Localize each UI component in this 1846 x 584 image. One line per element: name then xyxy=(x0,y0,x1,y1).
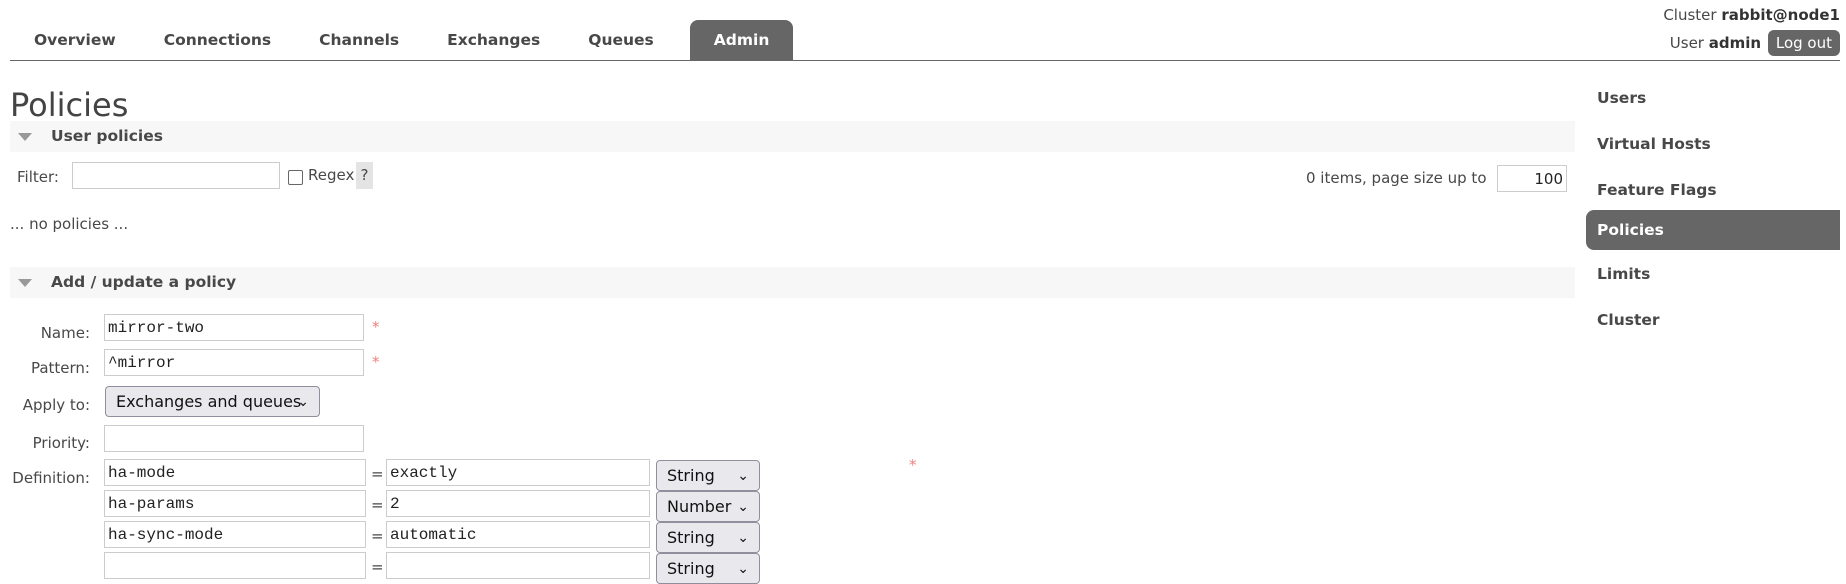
definition-value-input[interactable] xyxy=(386,490,650,517)
definition-type-select[interactable]: Number ⌄ xyxy=(656,491,760,522)
tab-admin[interactable]: Admin xyxy=(689,20,794,60)
definition-value-input[interactable] xyxy=(386,521,650,548)
user-policies-section-header[interactable]: User policies xyxy=(10,121,1575,152)
sidebar-item-policies[interactable]: Policies xyxy=(1586,210,1840,250)
chevron-down-icon: ⌄ xyxy=(297,394,309,410)
filter-input[interactable] xyxy=(72,162,280,189)
pagination-text: 0 items, page size up to xyxy=(1306,169,1487,187)
required-marker: * xyxy=(372,318,380,336)
type-value: String xyxy=(667,559,715,578)
section-title: User policies xyxy=(51,127,163,145)
collapse-triangle-icon xyxy=(18,133,32,141)
apply-to-value: Exchanges and queues xyxy=(116,392,302,411)
main-nav: Overview Connections Channels Exchanges … xyxy=(10,20,794,60)
equals-sign: = xyxy=(371,496,384,514)
definition-value-input[interactable] xyxy=(386,459,650,486)
tab-overview[interactable]: Overview xyxy=(10,20,140,60)
empty-policies-text: ... no policies ... xyxy=(10,215,129,233)
add-policy-section-header[interactable]: Add / update a policy xyxy=(10,267,1575,298)
equals-sign: = xyxy=(371,465,384,483)
pattern-label: Pattern: xyxy=(30,359,90,377)
type-value: String xyxy=(667,466,715,485)
definition-label: Definition: xyxy=(12,469,90,487)
definition-key-input[interactable] xyxy=(104,459,366,486)
name-label: Name: xyxy=(40,324,90,342)
required-marker: * xyxy=(909,456,917,474)
priority-input[interactable] xyxy=(104,425,364,452)
nav-divider xyxy=(10,60,1840,61)
sidebar-item-virtual-hosts[interactable]: Virtual Hosts xyxy=(1586,126,1840,172)
apply-to-select[interactable]: Exchanges and queues ⌄ xyxy=(105,386,320,417)
section-title: Add / update a policy xyxy=(51,273,237,291)
definition-key-input[interactable] xyxy=(104,490,366,517)
logout-button[interactable]: Log out xyxy=(1767,30,1840,56)
page-title: Policies xyxy=(10,86,129,124)
admin-sidebar: Users Virtual Hosts Feature Flags Polici… xyxy=(1586,80,1840,348)
priority-label: Priority: xyxy=(32,434,90,452)
apply-to-label: Apply to: xyxy=(22,396,90,414)
equals-sign: = xyxy=(371,558,384,576)
chevron-down-icon: ⌄ xyxy=(737,468,749,484)
equals-sign: = xyxy=(371,527,384,545)
sidebar-item-cluster[interactable]: Cluster xyxy=(1586,302,1840,348)
name-input[interactable] xyxy=(104,314,364,341)
collapse-triangle-icon xyxy=(18,279,32,287)
page-size-input[interactable] xyxy=(1497,165,1567,192)
chevron-down-icon: ⌄ xyxy=(737,530,749,546)
definition-type-select[interactable]: String ⌄ xyxy=(656,522,760,553)
sidebar-item-users[interactable]: Users xyxy=(1586,80,1840,126)
cluster-name: rabbit@node1 xyxy=(1721,6,1840,24)
regex-label: Regex xyxy=(308,166,355,184)
sidebar-item-limits[interactable]: Limits xyxy=(1586,256,1840,302)
filter-label: Filter: xyxy=(17,168,59,186)
regex-help-button[interactable]: ? xyxy=(356,162,373,189)
required-marker: * xyxy=(372,353,380,371)
regex-checkbox[interactable] xyxy=(288,170,303,185)
pattern-input[interactable] xyxy=(104,349,364,376)
header-info: Cluster rabbit@node1 User admin Log out xyxy=(1663,4,1840,56)
chevron-down-icon: ⌄ xyxy=(737,499,749,515)
tab-queues[interactable]: Queues xyxy=(564,20,678,60)
type-value: Number xyxy=(667,497,732,516)
user-label: User xyxy=(1669,34,1704,52)
user-name: admin xyxy=(1708,34,1762,52)
definition-type-select[interactable]: String ⌄ xyxy=(656,460,760,491)
definition-value-input[interactable] xyxy=(386,552,650,579)
definition-type-select[interactable]: String ⌄ xyxy=(656,553,760,584)
definition-key-input[interactable] xyxy=(104,552,366,579)
cluster-label: Cluster xyxy=(1663,6,1717,24)
tab-exchanges[interactable]: Exchanges xyxy=(423,20,564,60)
tab-connections[interactable]: Connections xyxy=(140,20,295,60)
definition-key-input[interactable] xyxy=(104,521,366,548)
type-value: String xyxy=(667,528,715,547)
tab-channels[interactable]: Channels xyxy=(295,20,423,60)
